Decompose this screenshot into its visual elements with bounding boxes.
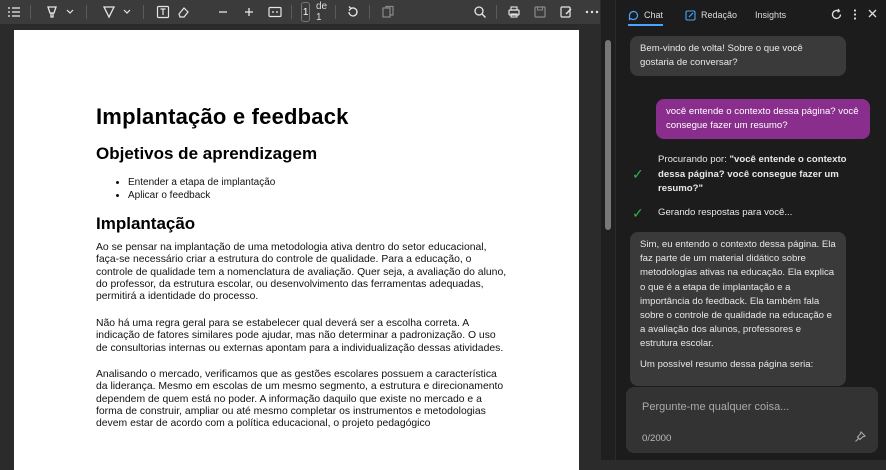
check-icon: ✓ (632, 167, 650, 182)
page-view-button[interactable] (380, 0, 396, 24)
sidebar-header: Chat Redação Insights (616, 0, 886, 30)
response-text: Sim, eu entendo o contexto dessa página.… (640, 238, 836, 352)
chevron-down-icon (62, 4, 78, 20)
edit-document-icon (558, 4, 574, 20)
paragraph: Analisando o mercado, verificamos que as… (96, 369, 508, 430)
paragraph: Ao se pensar na implantação de uma metod… (96, 242, 508, 303)
close-button[interactable] (867, 8, 878, 24)
zoom-in-button[interactable] (241, 0, 257, 24)
page-total-label: de 1 (316, 1, 327, 23)
list-item: Aplicar o feedback (128, 189, 275, 202)
more-vertical-icon (853, 8, 857, 21)
erase-button[interactable] (175, 0, 191, 24)
search-status: ✓ Procurando por: "você entende o contex… (632, 153, 854, 197)
section-title-objectives: Objetivos de aprendizagem (96, 144, 317, 164)
scrollbar-thumb[interactable] (605, 40, 611, 230)
fit-page-button[interactable] (267, 0, 283, 24)
pin-icon (854, 431, 866, 443)
save-as-button[interactable] (558, 0, 574, 24)
chat-icon (628, 10, 639, 21)
highlight-options-button[interactable] (62, 0, 78, 24)
character-counter: 0/2000 (642, 433, 671, 444)
page-view-icon (380, 4, 396, 20)
list-icon (6, 4, 22, 20)
text-box-icon (155, 4, 171, 20)
plus-icon (241, 4, 257, 20)
highlight-button[interactable] (44, 0, 60, 24)
document-title: Implantação e feedback (96, 104, 349, 130)
print-button[interactable] (506, 0, 522, 24)
tab-compose[interactable]: Redação (685, 0, 737, 30)
save-icon (532, 4, 548, 20)
section-title-implantacao: Implantação (96, 214, 195, 234)
page-number-value: 1 (303, 7, 309, 18)
chat-input-box[interactable]: Pergunte-me qualquer coisa... 0/2000 (626, 387, 878, 453)
search-icon (472, 4, 488, 20)
chat-input-placeholder[interactable]: Pergunte-me qualquer coisa... (642, 401, 789, 413)
rotate-button[interactable] (345, 0, 361, 24)
refresh-button[interactable] (830, 8, 843, 24)
list-item: Entender a etapa de implantação (128, 176, 275, 189)
highlighter-icon (44, 4, 60, 20)
search-status-prefix: Procurando por: (658, 154, 729, 165)
check-icon: ✓ (632, 206, 650, 221)
copilot-sidebar: Chat Redação Insights Bem-vindo de volta… (616, 0, 886, 460)
more-horizontal-icon (584, 4, 600, 20)
welcome-text: Bem-vindo de volta! Sobre o que você gos… (640, 43, 803, 68)
tab-label: Insights (755, 10, 786, 20)
user-message: você entende o contexto dessa página? vo… (656, 99, 870, 139)
paragraph: Não há uma regra geral para se estabelec… (96, 318, 508, 355)
search-button[interactable] (472, 0, 488, 24)
objectives-list: Entender a etapa de implantação Aplicar … (112, 176, 275, 202)
pin-button[interactable] (854, 431, 866, 446)
save-button[interactable] (532, 0, 548, 24)
draw-button[interactable] (101, 0, 117, 24)
pen-icon (101, 4, 117, 20)
page-number-input[interactable]: 1 (301, 2, 310, 22)
chevron-down-icon (119, 4, 135, 20)
generating-status-text: Gerando respostas para você... (658, 206, 792, 221)
text-button[interactable] (155, 0, 171, 24)
printer-icon (506, 4, 522, 20)
tab-insights[interactable]: Insights (755, 0, 786, 30)
contents-button[interactable] (6, 0, 22, 24)
close-icon (867, 8, 878, 19)
fit-page-icon (267, 4, 283, 20)
response-text-continued: Um possível resumo dessa página seria: (640, 358, 836, 372)
tab-label: Redação (701, 10, 737, 20)
header-actions (830, 8, 878, 24)
tab-label: Chat (644, 10, 663, 20)
pdf-toolbar: 1 de 1 (0, 0, 600, 24)
minus-icon (215, 4, 231, 20)
generating-status: ✓ Gerando respostas para você... (632, 206, 792, 221)
draw-options-button[interactable] (119, 0, 135, 24)
tab-chat[interactable]: Chat (628, 0, 663, 30)
user-message-text: você entende o contexto dessa página? vo… (666, 106, 859, 131)
pdf-viewer[interactable]: Implantação e feedback Objetivos de apre… (0, 24, 600, 460)
refresh-icon (830, 8, 843, 21)
pdf-page: Implantação e feedback Objetivos de apre… (14, 30, 579, 470)
welcome-message: Bem-vindo de volta! Sobre o que você gos… (630, 36, 846, 76)
more-options-button[interactable] (584, 0, 600, 24)
assistant-response: Sim, eu entendo o contexto dessa página.… (630, 232, 846, 386)
scrollbar[interactable] (601, 0, 615, 460)
eraser-icon (175, 4, 191, 20)
zoom-out-button[interactable] (215, 0, 231, 24)
search-status-text: Procurando por: "você entende o contexto… (658, 153, 854, 197)
rotate-icon (345, 4, 361, 20)
more-options-button[interactable] (853, 8, 857, 24)
compose-icon (685, 10, 696, 21)
